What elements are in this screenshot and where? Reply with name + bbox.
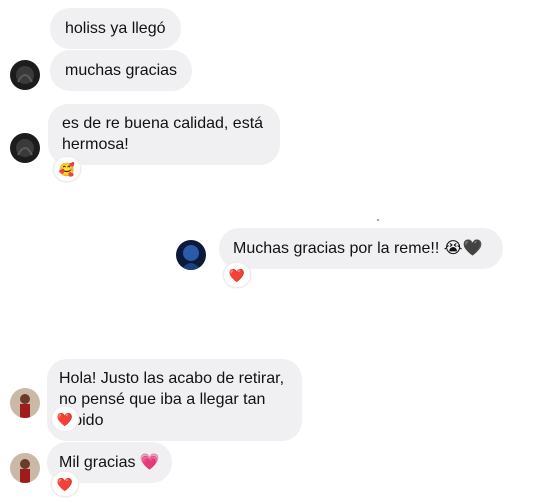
message-bubble[interactable]: muchas gracias (50, 50, 193, 91)
user-avatar[interactable] (176, 240, 206, 270)
contact-avatar[interactable] (10, 60, 40, 90)
separator-dot (377, 219, 379, 221)
reaction-emoji[interactable]: ❤️ (52, 472, 78, 496)
reaction-emoji[interactable]: ❤️ (52, 407, 78, 431)
contact-avatar[interactable] (10, 388, 40, 418)
message-bubble[interactable]: es de re buena calidad, está hermosa! (48, 104, 280, 165)
chat-thread: holiss ya llegó muchas gracias es de re … (0, 0, 540, 503)
contact-avatar[interactable] (10, 133, 40, 163)
contact-avatar[interactable] (10, 453, 40, 483)
message-bubble[interactable]: Muchas gracias por la reme!! 😭🖤 (219, 228, 503, 269)
message-bubble[interactable]: Hola! Justo las acabo de retirar, no pen… (47, 359, 302, 441)
reaction-emoji[interactable]: ❤️ (224, 263, 250, 287)
message-bubble[interactable]: holiss ya llegó (50, 8, 181, 49)
reaction-emoji[interactable]: 🥰 (54, 157, 80, 181)
